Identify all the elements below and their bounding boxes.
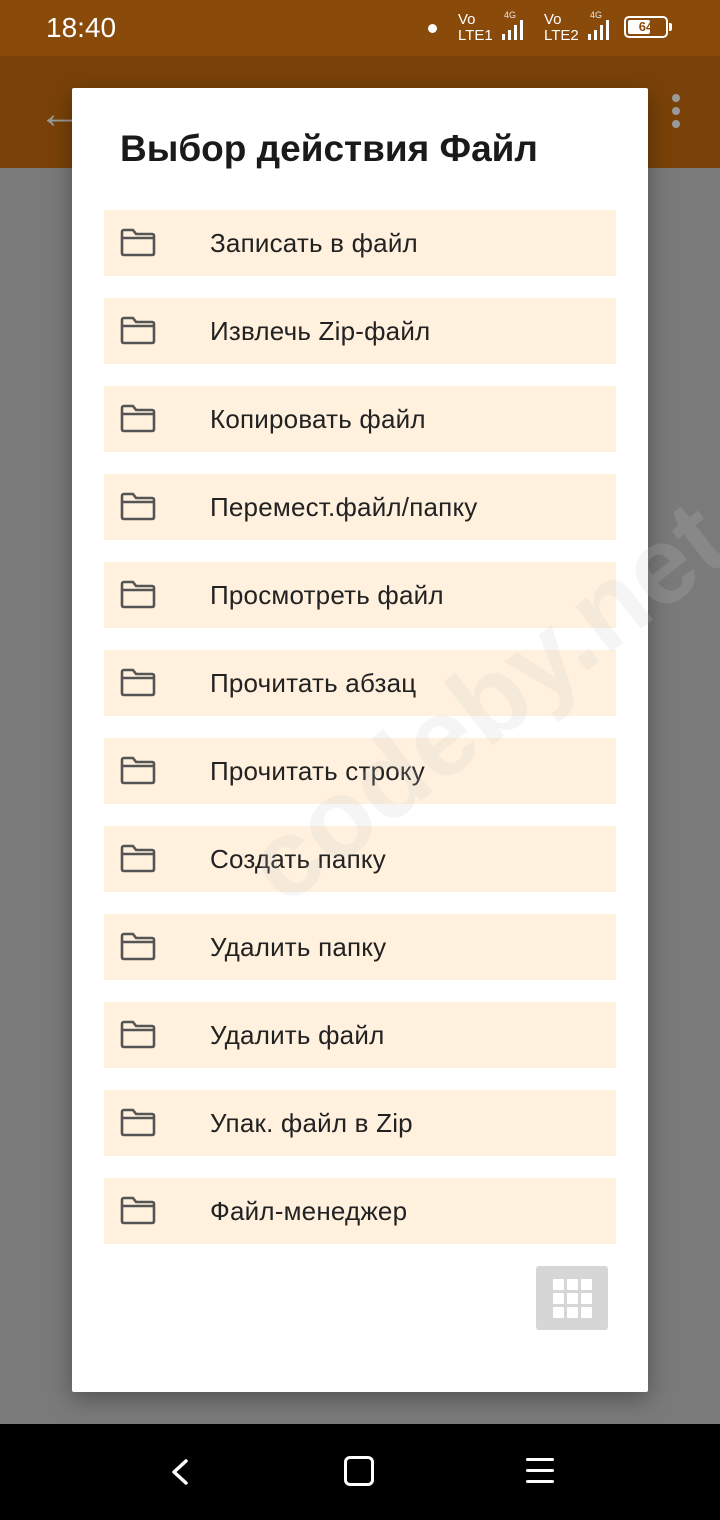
nav-home-icon[interactable] bbox=[344, 1456, 374, 1486]
action-item-9[interactable]: Удалить файл bbox=[104, 1002, 616, 1068]
action-item-0[interactable]: Записать в файл bbox=[104, 210, 616, 276]
action-item-10[interactable]: Упак. файл в Zip bbox=[104, 1090, 616, 1156]
folder-icon bbox=[120, 580, 156, 609]
sim1-signal: Vo LTE1 4G bbox=[458, 10, 538, 46]
folder-icon bbox=[120, 844, 156, 873]
sim1-lte: LTE1 bbox=[458, 27, 493, 44]
action-item-11[interactable]: Файл-менеджер bbox=[104, 1178, 616, 1244]
folder-icon bbox=[120, 1108, 156, 1137]
action-item-8[interactable]: Удалить папку bbox=[104, 914, 616, 980]
nav-recents-icon[interactable] bbox=[526, 1458, 554, 1486]
action-item-label: Создать папку bbox=[210, 843, 386, 874]
action-item-label: Упак. файл в Zip bbox=[210, 1107, 413, 1138]
sim1-vo: Vo bbox=[458, 11, 476, 28]
dialog-title: Выбор действия Файл bbox=[120, 128, 538, 169]
folder-icon bbox=[120, 1020, 156, 1049]
sim1-net: 4G bbox=[504, 10, 517, 20]
sim2-vo: Vo bbox=[544, 11, 562, 28]
more-options-icon[interactable] bbox=[668, 94, 684, 134]
action-item-label: Файл-менеджер bbox=[210, 1195, 408, 1226]
action-item-label: Прочитать строку bbox=[210, 755, 425, 786]
folder-icon bbox=[120, 404, 156, 433]
action-item-label: Извлечь Zip-файл bbox=[210, 315, 431, 346]
signal-bars-icon bbox=[502, 20, 523, 40]
action-item-label: Записать в файл bbox=[210, 227, 418, 258]
folder-icon bbox=[120, 316, 156, 345]
action-item-label: Удалить папку bbox=[210, 931, 387, 962]
folder-icon bbox=[120, 1196, 156, 1225]
action-item-label: Прочитать абзац bbox=[210, 667, 417, 698]
action-item-1[interactable]: Извлечь Zip-файл bbox=[104, 298, 616, 364]
sim2-net: 4G bbox=[590, 10, 603, 20]
action-item-2[interactable]: Копировать файл bbox=[104, 386, 616, 452]
sim2-signal: Vo LTE2 4G bbox=[544, 10, 624, 46]
folder-icon bbox=[120, 492, 156, 521]
action-item-4[interactable]: Просмотреть файл bbox=[104, 562, 616, 628]
action-item-label: Удалить файл bbox=[210, 1019, 385, 1050]
folder-icon bbox=[120, 756, 156, 785]
action-item-label: Копировать файл bbox=[210, 403, 426, 434]
signal-bars-icon bbox=[588, 20, 609, 40]
action-item-6[interactable]: Прочитать строку bbox=[104, 738, 616, 804]
folder-icon bbox=[120, 668, 156, 697]
battery-icon: 64 bbox=[624, 16, 672, 38]
status-bar: 18:40 Vo LTE1 4G Vo LTE2 4G 64 bbox=[0, 0, 720, 56]
sim2-lte: LTE2 bbox=[544, 27, 579, 44]
action-item-7[interactable]: Создать папку bbox=[104, 826, 616, 892]
grid-view-button[interactable] bbox=[536, 1266, 608, 1330]
folder-icon bbox=[120, 228, 156, 257]
battery-level: 64 bbox=[638, 19, 654, 34]
nav-back-icon[interactable] bbox=[166, 1458, 194, 1486]
action-dialog: Выбор действия Файл Записать в файл Извл… bbox=[72, 88, 720, 1392]
grid-icon bbox=[553, 1279, 592, 1318]
action-list: Записать в файл Извлечь Zip-файл Копиров… bbox=[104, 210, 616, 1266]
action-item-3[interactable]: Перемест.файл/папку bbox=[104, 474, 616, 540]
folder-icon bbox=[120, 932, 156, 961]
action-item-label: Просмотреть файл bbox=[210, 579, 444, 610]
status-time: 18:40 bbox=[46, 12, 117, 43]
navigation-bar bbox=[0, 1424, 720, 1520]
notification-dot-icon bbox=[428, 24, 437, 33]
action-item-5[interactable]: Прочитать абзац bbox=[104, 650, 616, 716]
action-item-label: Перемест.файл/папку bbox=[210, 491, 478, 522]
